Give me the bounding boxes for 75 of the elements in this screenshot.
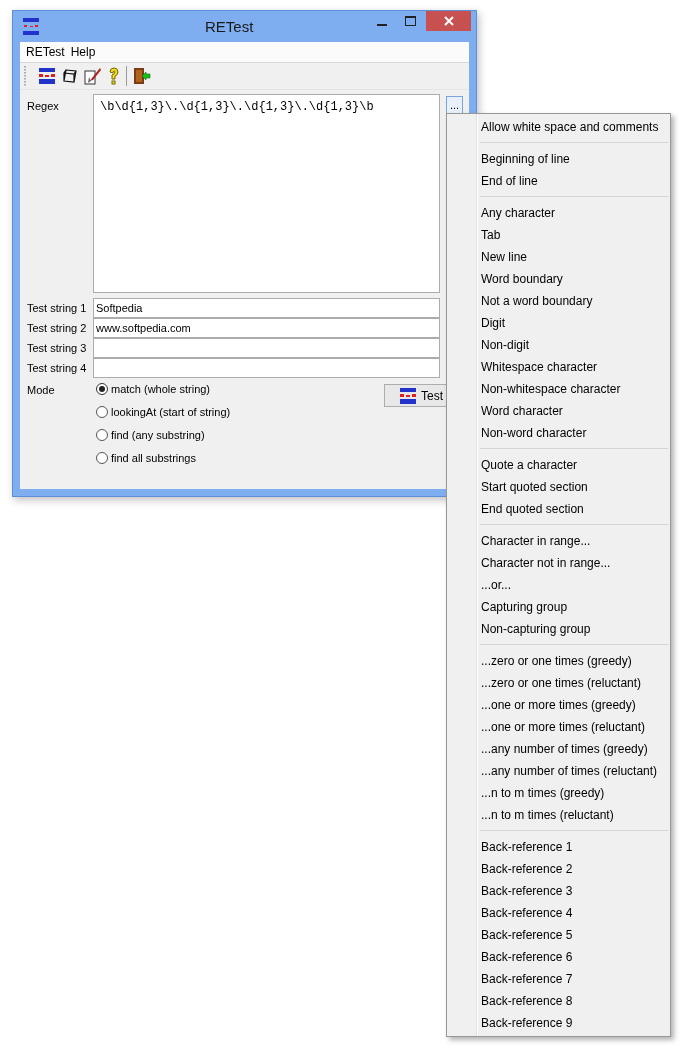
menu-item[interactable]: RETest (23, 45, 68, 59)
popup-menu-item[interactable]: Whitespace character (449, 356, 668, 378)
popup-menu-item[interactable]: Tab (449, 224, 668, 246)
test-string-field[interactable] (93, 358, 440, 378)
radio-button[interactable] (96, 406, 108, 418)
popup-menu-item[interactable]: Character not in range... (449, 552, 668, 574)
radio-label[interactable]: match (whole string) (111, 383, 211, 395)
popup-menu-item[interactable]: End of line (449, 170, 668, 192)
menu-item[interactable]: Help (67, 45, 99, 59)
test-string-label: Test string 4 (27, 361, 88, 376)
cube-icon[interactable] (62, 68, 78, 84)
popup-menu-item[interactable]: ...zero or one times (reluctant) (449, 672, 668, 694)
popup-menu-item[interactable]: Back-reference 1 (449, 836, 668, 858)
window-title: RETest (205, 18, 254, 35)
radio-label[interactable]: lookingAt (start of string) (111, 406, 231, 418)
popup-menu-item[interactable]: ...one or more times (reluctant) (449, 716, 668, 738)
popup-menu-item[interactable]: Word boundary (449, 268, 668, 290)
radio-button[interactable] (96, 452, 108, 464)
toolbar-grip-icon (24, 65, 27, 87)
minimize-icon (377, 23, 387, 26)
popup-menu-item[interactable]: Back-reference 2 (449, 858, 668, 880)
test-string-field[interactable] (93, 338, 440, 358)
popup-menu-item[interactable]: Beginning of line (449, 148, 668, 170)
popup-menu-item[interactable]: Allow white space and comments (449, 116, 668, 138)
regex-text: \b\d{1,3}\.\d{1,3}\.\d{1,3}\.\d{1,3}\b (100, 100, 374, 114)
test-string-label: Test string 2 (27, 321, 88, 336)
popup-menu-item[interactable]: Back-reference 8 (449, 990, 668, 1012)
popup-menu-item[interactable]: Back-reference 6 (449, 946, 668, 968)
radio-button[interactable] (96, 383, 108, 395)
popup-menu-item[interactable]: Back-reference 5 (449, 924, 668, 946)
popup-menu-item[interactable]: ...one or more times (greedy) (449, 694, 668, 716)
test-string-label: Test string 1 (27, 301, 88, 316)
popup-menu-item[interactable]: Start quoted section (449, 476, 668, 498)
question-icon[interactable] (108, 67, 120, 85)
field-value: www.softpedia.com (96, 322, 191, 334)
maximize-icon (404, 16, 416, 26)
popup-menu-item[interactable]: ...or... (449, 574, 668, 596)
field-value: Softpedia (96, 302, 143, 314)
close-icon (443, 16, 454, 26)
popup-menu-item[interactable]: Back-reference 4 (449, 902, 668, 924)
app-logo-icon (22, 16, 40, 37)
exit-door-icon[interactable] (133, 67, 151, 85)
popup-menu-item[interactable]: Back-reference 3 (449, 880, 668, 902)
popup-menu-item[interactable]: Back-reference 9 (449, 1012, 668, 1034)
test-string-label: Test string 3 (27, 341, 88, 356)
popup-menu-item[interactable]: Character in range... (449, 530, 668, 552)
popup-menu-item[interactable]: Non-word character (449, 422, 668, 444)
popup-menu-item[interactable]: Non-capturing group (449, 618, 668, 640)
popup-menu-item[interactable]: Not a word boundary (449, 290, 668, 312)
more-button[interactable]: ... (446, 96, 463, 114)
pen-paper-icon[interactable] (84, 67, 102, 85)
regex-label: Regex (27, 99, 60, 114)
popup-menu-item[interactable]: ...zero or one times (greedy) (449, 650, 668, 672)
popup-menu-item[interactable]: Back-reference 7 (449, 968, 668, 990)
close-button[interactable] (426, 11, 471, 31)
popup-menu-item[interactable]: Digit (449, 312, 668, 334)
popup-menu-item[interactable]: ...n to m times (greedy) (449, 782, 668, 804)
radio-label[interactable]: find all substrings (111, 452, 196, 464)
mode-label: Mode (27, 383, 56, 398)
regex-field[interactable]: \b\d{1,3}\.\d{1,3}\.\d{1,3}\.\d{1,3}\b (93, 94, 440, 293)
logo-icon[interactable] (38, 67, 56, 85)
popup-menu-item[interactable]: Quote a character (449, 454, 668, 476)
popup-menu-item[interactable]: ...n to m times (reluctant) (449, 804, 668, 826)
radio-button[interactable] (96, 429, 108, 441)
popup-menu-item[interactable]: ...any number of times (reluctant) (449, 760, 668, 782)
popup-menu-item[interactable]: New line (449, 246, 668, 268)
popup-menu-item[interactable]: ...any number of times (greedy) (449, 738, 668, 760)
popup-menu-item[interactable]: Non-digit (449, 334, 668, 356)
popup-menu-item[interactable]: End quoted section (449, 498, 668, 520)
test-string-field[interactable]: Softpedia (93, 298, 440, 318)
test-string-field[interactable]: www.softpedia.com (93, 318, 440, 338)
logo-icon (399, 386, 417, 405)
radio-label[interactable]: find (any substring) (111, 429, 205, 441)
popup-menu-item[interactable]: Capturing group (449, 596, 668, 618)
popup-menu-item[interactable]: Any character (449, 202, 668, 224)
